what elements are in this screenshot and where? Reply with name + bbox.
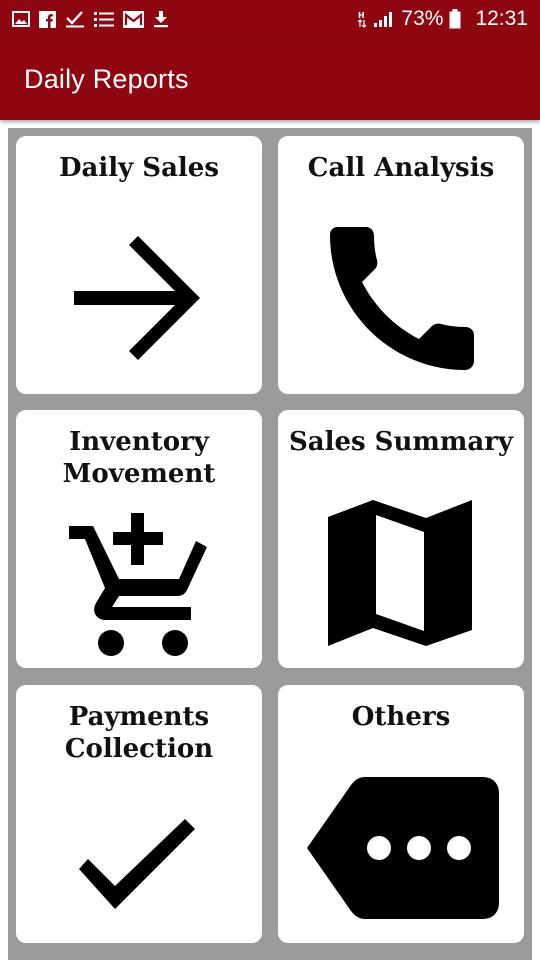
- more-tag-icon: [278, 775, 524, 921]
- card-inventory-movement[interactable]: Inventory Movement: [16, 410, 262, 668]
- battery-icon: [449, 9, 461, 29]
- card-daily-sales[interactable]: Daily Sales: [16, 136, 262, 394]
- check-icon: [16, 819, 262, 911]
- cart-add-icon: [16, 513, 262, 659]
- card-call-analysis[interactable]: Call Analysis: [278, 136, 524, 394]
- signal-icon: [374, 12, 393, 27]
- svg-text:H: H: [358, 11, 365, 20]
- card-sales-summary[interactable]: Sales Summary: [278, 410, 524, 668]
- map-icon: [278, 500, 524, 646]
- card-payments-collection[interactable]: Payments Collection: [16, 685, 262, 943]
- clock: 12:31: [475, 7, 528, 30]
- card-label: Sales Summary: [288, 427, 514, 457]
- list-icon: [94, 11, 114, 27]
- report-grid: Daily Sales Call Analysis Inventory Move…: [8, 128, 532, 960]
- arrow-right-icon: [16, 236, 262, 360]
- card-label: Payments Collection: [64, 702, 214, 764]
- image-icon: [12, 11, 30, 27]
- gmail-icon: [123, 10, 144, 28]
- page-title: Daily Reports: [24, 63, 189, 94]
- battery-percent: 73%: [401, 7, 444, 30]
- facebook-icon: [39, 10, 56, 28]
- phone-icon: [278, 227, 524, 371]
- system-status: H 73% 12:31: [357, 7, 528, 31]
- card-label: Daily Sales: [59, 153, 219, 183]
- download-icon: [154, 11, 168, 28]
- card-label: Inventory Movement: [62, 427, 216, 489]
- card-others[interactable]: Others: [278, 685, 524, 943]
- checklist-icon: [66, 11, 84, 28]
- card-label: Call Analysis: [307, 153, 495, 183]
- hd-icon: H: [357, 11, 367, 28]
- notification-icons: [12, 10, 169, 28]
- status-bar: H 73% 12:31: [0, 0, 540, 38]
- card-label: Others: [351, 702, 451, 732]
- app-bar: Daily Reports: [0, 38, 540, 120]
